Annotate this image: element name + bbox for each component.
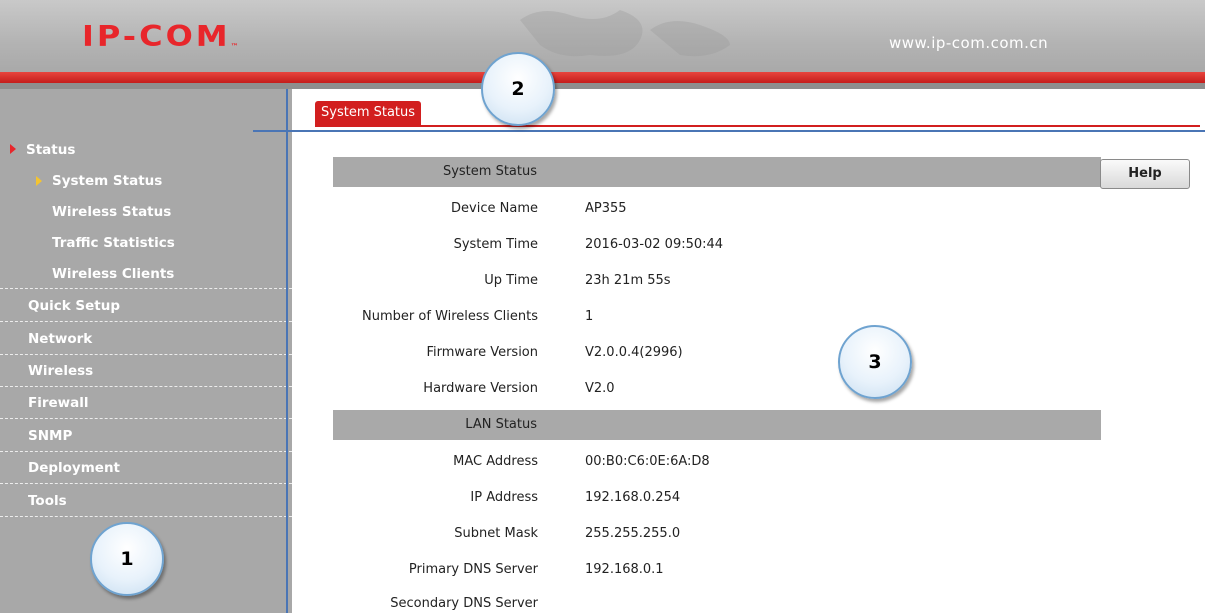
sidebar-item-wireless-clients[interactable]: Wireless Clients [52,266,174,282]
help-button[interactable]: Help [1100,159,1190,189]
section-title: System Status [442,164,537,179]
secondary-dns-label: Secondary DNS Server [390,596,538,611]
sidebar-item-deployment[interactable]: Deployment [28,460,120,476]
sidebar-item-system-status[interactable]: System Status [52,173,162,189]
sidebar-divider [0,516,292,517]
sidebar-divider [0,418,292,419]
hardware-version-label: Hardware Version [423,381,538,396]
up-time-label: Up Time [484,273,538,288]
callout-2: 2 [481,52,555,126]
sidebar-item-snmp[interactable]: SNMP [28,428,72,444]
section-title: LAN Status [465,417,537,432]
sidebar-item-firewall[interactable]: Firewall [28,395,89,411]
blank-field [765,472,878,492]
primary-dns-value: 192.168.0.1 [585,562,664,577]
sidebar-item-tools[interactable]: Tools [28,493,67,509]
sidebar-divider [0,354,292,355]
annotation-vertical-line [286,89,288,613]
sidebar-item-traffic-statistics[interactable]: Traffic Statistics [52,235,175,251]
ip-address-value: 192.168.0.254 [585,490,681,505]
sidebar-divider [0,386,292,387]
wireless-clients-count-value: 1 [585,309,594,324]
subnet-mask-label: Subnet Mask [454,526,538,541]
selected-arrow-icon [36,176,42,186]
section-header-lan-status: LAN Status [333,410,1101,440]
sidebar-item-wireless[interactable]: Wireless [28,363,93,379]
device-name-value: AP355 [585,201,627,216]
sidebar-item-network[interactable]: Network [28,331,92,347]
blank-field [765,526,855,550]
primary-dns-label: Primary DNS Server [408,562,538,577]
sidebar-item-status[interactable]: Status [26,142,75,158]
status-expanded-arrow-icon [10,144,16,154]
subnet-mask-value: 255.255.255.0 [585,526,681,541]
sidebar-item-wireless-status[interactable]: Wireless Status [52,204,171,220]
firmware-version-value: V2.0.0.4(2996) [585,345,683,360]
sidebar-divider [0,451,292,452]
up-time-value: 23h 21m 55s [585,273,671,288]
sidebar-divider [0,288,292,289]
mac-address-label: MAC Address [453,454,538,469]
sidebar-divider [0,483,292,484]
site-url: www.ip-com.com.cn [889,34,1049,52]
system-time-value: 2016-03-02 09:50:44 [585,237,724,252]
ip-address-label: IP Address [470,490,538,505]
system-time-label: System Time [453,237,538,252]
section-header-system-status: System Status [333,157,1101,187]
hardware-version-value: V2.0 [585,381,615,396]
sidebar-item-quick-setup[interactable]: Quick Setup [28,298,120,314]
mac-address-value: 00:B0:C6:0E:6A:D8 [585,454,710,469]
header-banner: IP-COM™ www.ip-com.com.cn [0,0,1205,72]
device-name-label: Device Name [451,201,538,216]
ip-com-logo: IP-COM™ [82,18,239,54]
sidebar-divider [0,321,292,322]
header-red-stripe [0,72,1205,83]
callout-3: 3 [838,325,912,399]
wireless-clients-count-label: Number of Wireless Clients [362,309,538,324]
firmware-version-label: Firmware Version [426,345,538,360]
annotation-horizontal-line [253,130,1205,132]
tab-system-status[interactable]: System Status [315,101,422,125]
tab-underline [315,125,1200,127]
callout-1: 1 [90,522,164,596]
